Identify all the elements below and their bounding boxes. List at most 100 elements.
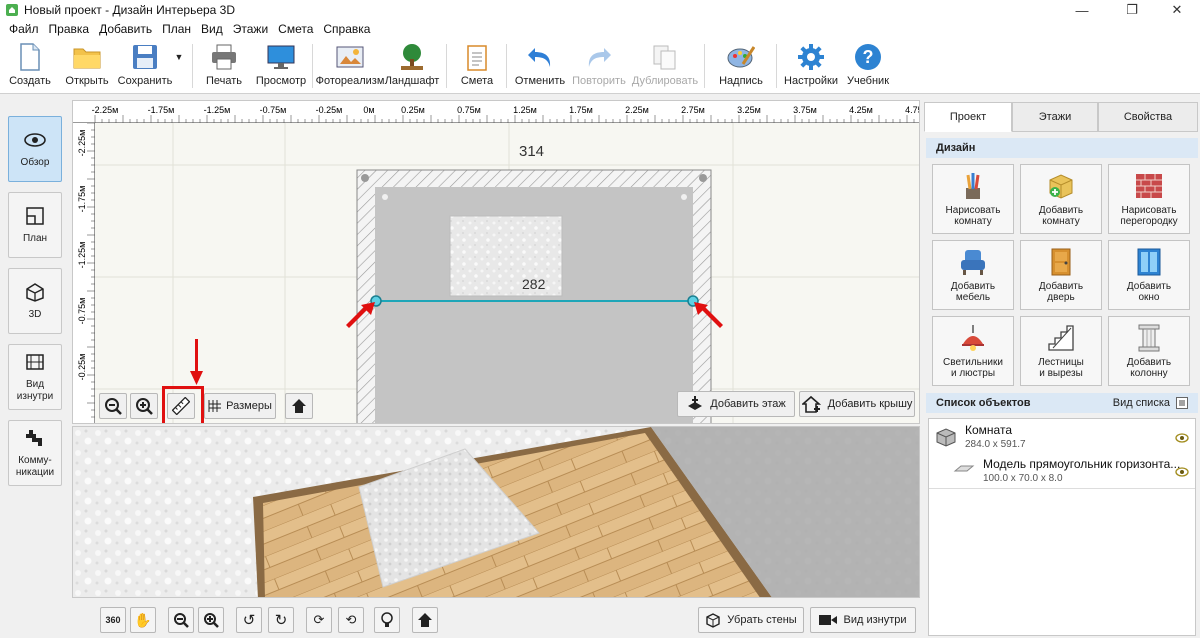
list-item-room[interactable]: Комната 284.0 x 591.7 — [929, 421, 1195, 455]
toolbar-separator — [312, 44, 313, 88]
menu-plan[interactable]: План — [157, 22, 196, 36]
save-button[interactable]: Сохранить — [118, 41, 172, 91]
estimate-button[interactable]: Смета — [456, 41, 498, 91]
stairs-tile[interactable]: Лестницы и вырезы — [1020, 316, 1102, 386]
remove-walls-button[interactable]: Убрать стены — [698, 607, 804, 633]
ruler-top-label: 2.75м — [681, 105, 705, 115]
column-icon — [1134, 323, 1164, 353]
menu-bar: Файл Правка Добавить План Вид Этажи Смет… — [0, 20, 1200, 38]
plan-view-button[interactable]: План — [8, 192, 62, 258]
menu-edit[interactable]: Правка — [44, 22, 95, 36]
visibility-eye-icon[interactable] — [1175, 467, 1189, 477]
tab-floors[interactable]: Этажи — [1012, 102, 1098, 132]
draw-partition-tile[interactable]: Нарисовать перегородку — [1108, 164, 1190, 234]
add-roof-button[interactable]: Добавить крышу — [799, 391, 915, 417]
tab-properties[interactable]: Свойства — [1098, 102, 1198, 132]
objects-header: Список объектов Вид списка — [926, 393, 1198, 413]
zoom-in-button[interactable] — [130, 393, 158, 419]
preview-button[interactable]: Просмотр — [256, 41, 306, 91]
inside-view-3d-button[interactable]: Вид изнутри — [810, 607, 916, 633]
zoom-out-icon — [174, 613, 189, 628]
redo-icon — [585, 43, 613, 71]
home-3d-button[interactable] — [412, 607, 438, 633]
list-item-rug-model[interactable]: Модель прямоугольник горизонта... 100.0 … — [929, 455, 1195, 489]
settings-button[interactable]: Настройки — [784, 41, 838, 91]
room-cube-icon — [1046, 171, 1076, 201]
undo-icon — [526, 43, 554, 71]
menu-view[interactable]: Вид — [196, 22, 228, 36]
rotate-360-button[interactable]: 360 — [100, 607, 126, 633]
add-room-tile[interactable]: Добавить комнату — [1020, 164, 1102, 234]
utilities-button[interactable]: Комму- никации — [8, 420, 62, 486]
plan-2d-view[interactable]: -2.25м -1.75м -1.25м -0.75м -0.25м 0м 0.25м 0.7… — [72, 100, 920, 424]
create-button[interactable]: Создать — [8, 41, 52, 91]
inside-view-button[interactable]: Вид изнутри — [8, 344, 62, 410]
view-3d[interactable] — [72, 426, 920, 598]
add-column-tile[interactable]: Добавить колонну — [1108, 316, 1190, 386]
zoom-out-button[interactable] — [99, 393, 127, 419]
pencils-icon — [958, 171, 988, 201]
add-roof-icon — [801, 395, 821, 413]
tilt-down-button[interactable]: ⟲ — [338, 607, 364, 633]
menu-estimate[interactable]: Смета — [273, 22, 318, 36]
rotate-right-button[interactable]: ↻ — [268, 607, 294, 633]
visibility-eye-icon[interactable] — [1175, 433, 1189, 443]
ruler-top-label: 3.75м — [793, 105, 817, 115]
duplicate-button[interactable]: Дублировать — [632, 41, 698, 91]
photorealism-button[interactable]: Фотореализм — [316, 41, 384, 91]
landscape-button[interactable]: Ландшафт — [385, 41, 439, 91]
ruler-top-label: 0.25м — [401, 105, 425, 115]
list-view-toggle[interactable]: Вид списка — [1113, 397, 1188, 409]
svg-text:?: ? — [863, 47, 874, 67]
room-box-icon — [936, 428, 956, 447]
hand-icon: ✋ — [134, 611, 152, 628]
home-icon — [418, 613, 432, 627]
print-button[interactable]: Печать — [202, 41, 246, 91]
ruler-top-label: 4.25м — [849, 105, 873, 115]
menu-floors[interactable]: Этажи — [228, 22, 273, 36]
caption-button[interactable]: Надпись — [716, 41, 766, 91]
undo-button[interactable]: Отменить — [514, 41, 566, 91]
orbit-up-icon: ⟳ — [313, 612, 325, 627]
home-view-button[interactable] — [285, 393, 313, 419]
gear-icon — [797, 43, 825, 71]
title-bar: Новый проект - Дизайн Интерьера 3D — ❐ ✕ — [0, 0, 1200, 20]
room-inside-icon — [24, 351, 46, 373]
open-button[interactable]: Открыть — [62, 41, 112, 91]
minimize-button[interactable]: — — [1059, 0, 1105, 20]
lamps-tile[interactable]: Светильники и люстры — [932, 316, 1014, 386]
overview-button[interactable]: Обзор — [8, 116, 62, 182]
tilt-up-button[interactable]: ⟳ — [306, 607, 332, 633]
close-button[interactable]: ✕ — [1154, 0, 1200, 20]
door-icon — [1046, 247, 1076, 277]
3d-view-button[interactable]: 3D — [8, 268, 62, 334]
orbit-down-icon: ⟲ — [345, 612, 357, 627]
ruler-top-label: 3.25м — [737, 105, 761, 115]
add-door-tile[interactable]: Добавить дверь — [1020, 240, 1102, 310]
tab-project[interactable]: Проект — [924, 102, 1012, 132]
rotate-left-icon: ↺ — [242, 612, 256, 629]
menu-file[interactable]: Файл — [4, 22, 44, 36]
zoom-in-3d-button[interactable] — [198, 607, 224, 633]
lighting-button[interactable] — [374, 607, 400, 633]
monitor-icon — [267, 43, 295, 71]
design-header: Дизайн — [926, 138, 1198, 158]
menu-help[interactable]: Справка — [318, 22, 375, 36]
panel-tabs: Проект Этажи Свойства — [924, 102, 1198, 132]
save-dropdown-arrow[interactable]: ▼ — [172, 41, 186, 91]
pan-button[interactable]: ✋ — [130, 607, 156, 633]
maximize-button[interactable]: ❐ — [1109, 0, 1155, 20]
menu-add[interactable]: Добавить — [94, 22, 157, 36]
redo-button[interactable]: Повторить — [572, 41, 626, 91]
zoom-out-3d-button[interactable] — [168, 607, 194, 633]
armchair-icon — [958, 247, 988, 277]
brick-wall-icon — [1134, 171, 1164, 201]
add-floor-button[interactable]: Добавить этаж — [677, 391, 795, 417]
rotate-left-button[interactable]: ↺ — [236, 607, 262, 633]
draw-room-tile[interactable]: Нарисовать комнату — [932, 164, 1014, 234]
tutorial-button[interactable]: ? Учебник — [844, 41, 892, 91]
add-window-tile[interactable]: Добавить окно — [1108, 240, 1190, 310]
sizes-button[interactable]: Размеры — [204, 393, 276, 419]
plan-canvas[interactable]: 314 282 — [95, 123, 919, 423]
add-furniture-tile[interactable]: Добавить мебель — [932, 240, 1014, 310]
